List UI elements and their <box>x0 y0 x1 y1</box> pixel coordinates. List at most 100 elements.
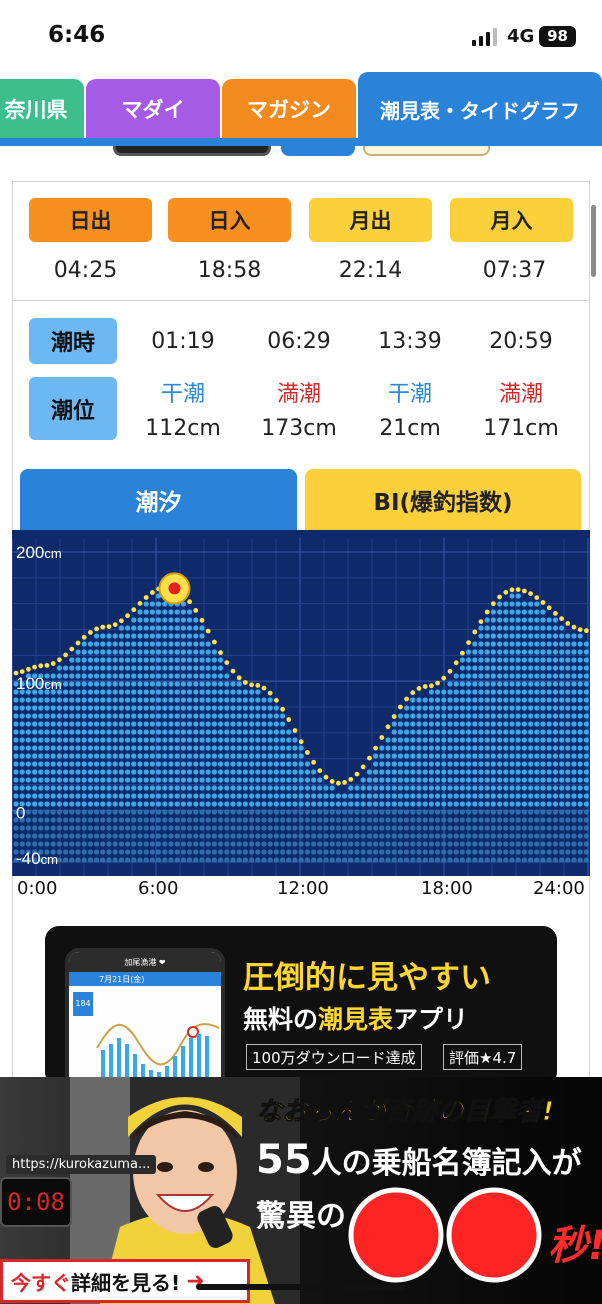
tide-level-dot <box>205 673 211 679</box>
tide-level-dot <box>509 705 515 711</box>
tide-level-dot <box>410 849 416 855</box>
date-today-button[interactable] <box>281 146 355 156</box>
date-prev-button[interactable] <box>113 146 271 156</box>
tide-level-dot <box>546 825 552 831</box>
tide-level-dot <box>19 793 25 799</box>
tide-level-dot <box>137 793 143 799</box>
tide-level-dot <box>404 769 410 775</box>
tide-level-dot <box>515 665 521 671</box>
tide-level-dot <box>490 801 496 807</box>
tab-magazine[interactable]: マガジン <box>222 79 356 139</box>
tide-level-dot <box>193 825 199 831</box>
tide-level-dot <box>292 793 298 799</box>
tide-level-dot <box>366 793 372 799</box>
tide-level-dot <box>534 857 540 863</box>
tab-prefecture[interactable]: 奈川県 <box>0 79 84 139</box>
tide-level-dot <box>410 713 416 719</box>
tide-level-dot <box>205 753 211 759</box>
tide-level-dot <box>174 689 180 695</box>
home-indicator[interactable] <box>196 1284 406 1290</box>
tide-level-dot <box>416 817 422 823</box>
tab-madai[interactable]: マダイ <box>86 79 220 139</box>
scrollbar[interactable] <box>591 205 596 277</box>
tide-level-dot <box>267 737 273 743</box>
tide-level-dot <box>131 633 137 639</box>
tab-bi-index[interactable]: BI(爆釣指数) <box>305 469 581 530</box>
tide-level-dot <box>63 721 69 727</box>
tide-level-dot <box>360 801 366 807</box>
tide-level-dot <box>94 737 100 743</box>
date-next-button[interactable] <box>363 146 490 156</box>
tide-level-dot <box>484 641 490 647</box>
tide-level-dot <box>280 817 286 823</box>
tide-level-dot <box>348 833 354 839</box>
tide-level-dot <box>385 825 391 831</box>
tide-level-dot <box>19 705 25 711</box>
tide-level-dot <box>118 713 124 719</box>
tide-level-dot <box>317 777 323 783</box>
tide-level-dot <box>441 793 447 799</box>
tide-level-dot <box>528 673 534 679</box>
tide-level-dot <box>137 633 143 639</box>
tide-level-dot <box>490 825 496 831</box>
tide-level-dot <box>280 721 286 727</box>
tide-level-dot <box>484 617 490 623</box>
tide-level-dot <box>112 745 118 751</box>
tide-level-dot <box>373 841 379 847</box>
tide-level-dot <box>143 705 149 711</box>
tide-level-dot <box>19 785 25 791</box>
tide-level-dot <box>168 689 174 695</box>
tide-level-dot <box>143 681 149 687</box>
tide-level-dot <box>472 737 478 743</box>
tide-level-dot <box>13 793 19 799</box>
tide-level-dot <box>193 665 199 671</box>
tide-level-dot <box>515 609 521 615</box>
bottom-ad-banner[interactable]: https://kurokazuma... 0:08 なおちんが奇跡の目撃者! … <box>0 1077 602 1304</box>
tide-level-dot <box>565 777 571 783</box>
banner-cta-button[interactable]: 今すぐ 詳細を見る! ➜ <box>0 1259 250 1303</box>
tide-level-dot <box>559 849 565 855</box>
tide-level-dot <box>435 793 441 799</box>
tide-level-dot <box>292 833 298 839</box>
tide-level-dot <box>199 745 205 751</box>
tide-level-dot <box>534 841 540 847</box>
tide-level-dot <box>118 657 124 663</box>
phone-title: 加尾漁港 ❤ <box>69 952 221 972</box>
tide-level-dot <box>397 801 403 807</box>
tide-level-dot <box>249 697 255 703</box>
tide-level-dot <box>118 817 124 823</box>
tide-level-dot <box>521 665 527 671</box>
tide-level-dot <box>435 721 441 727</box>
tide-level-dot <box>546 769 552 775</box>
moonrise-time: 22:14 <box>338 258 403 283</box>
tide-level-dot <box>453 841 459 847</box>
tide-level-dot <box>497 713 503 719</box>
tide-level-dot <box>267 769 273 775</box>
tide-level-dot <box>397 857 403 863</box>
tide-level-dot <box>63 793 69 799</box>
tide-level-dot <box>280 785 286 791</box>
tide-level-dot <box>187 793 193 799</box>
tide-level-dot <box>528 609 534 615</box>
tide-level-4: 171cm <box>483 416 559 441</box>
tide-level-dot <box>552 841 559 847</box>
tab-tide-table[interactable]: 潮見表・タイドグラフ <box>358 72 602 146</box>
tide-level-dot <box>106 657 112 663</box>
tide-level-dot <box>286 753 292 759</box>
tab-tide-chart[interactable]: 潮汐 <box>20 469 297 530</box>
tide-level-dot <box>112 737 118 743</box>
tide-level-dot <box>50 825 56 831</box>
tide-level-dot <box>304 849 310 855</box>
tide-level-dot <box>335 793 341 799</box>
tide-level-dot <box>453 721 459 727</box>
app-ad-banner[interactable]: 加尾漁港 ❤ 7月21日(金) 184 圧倒的に見やすい 無料の潮見表アプリ 1… <box>45 926 557 1086</box>
tide-level-dot <box>112 777 118 783</box>
tide-level-dot <box>81 777 87 783</box>
tide-level-dot <box>521 777 527 783</box>
tide-level-dot <box>143 833 149 839</box>
tide-level-dot <box>187 745 193 751</box>
tide-level-dot <box>106 769 112 775</box>
tide-level-dot <box>559 753 565 759</box>
tide-level-dot <box>162 609 168 615</box>
tide-level-dot <box>428 713 434 719</box>
